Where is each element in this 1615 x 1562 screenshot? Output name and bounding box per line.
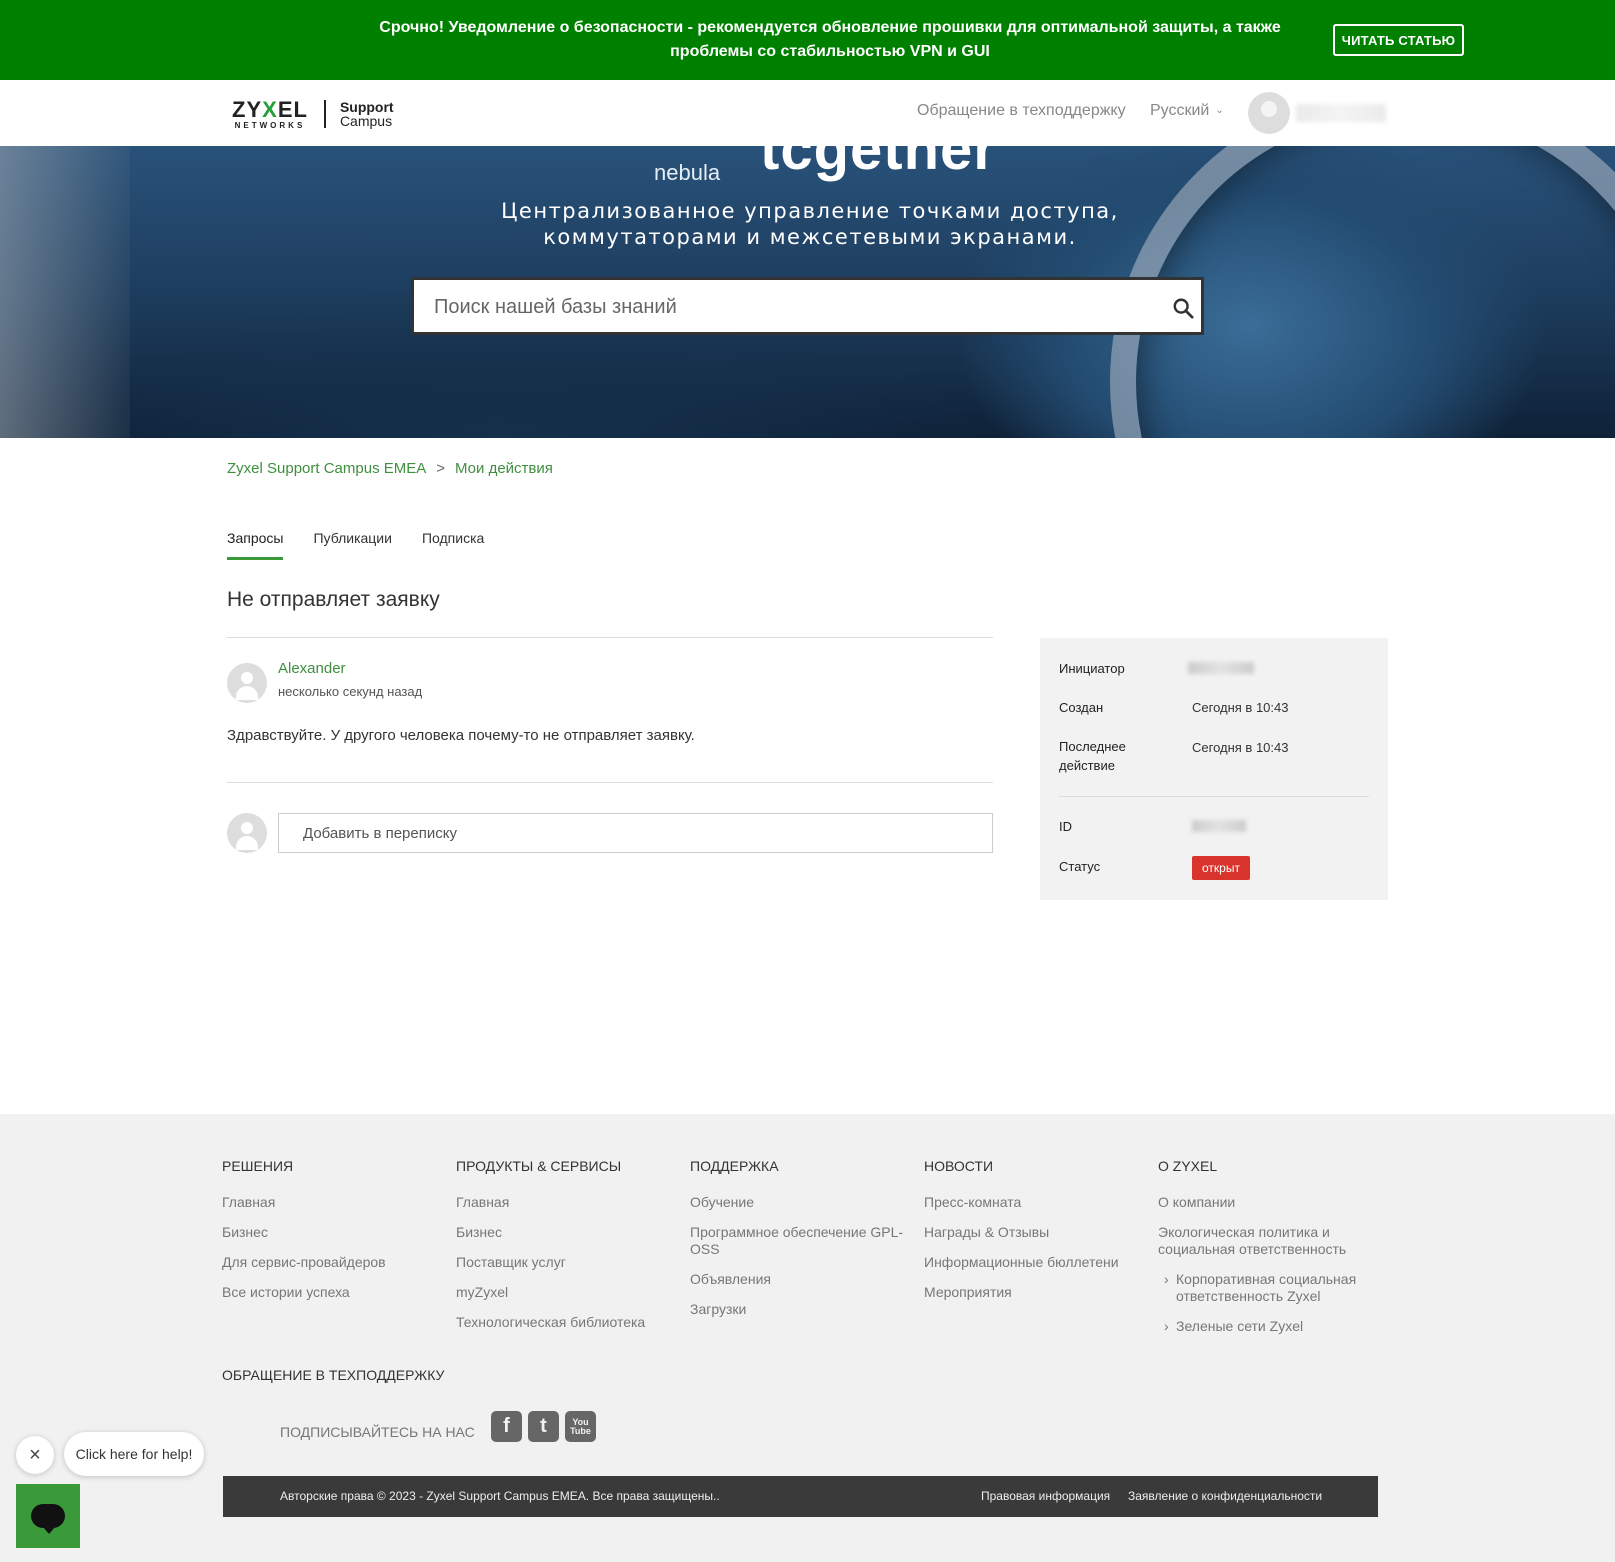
twitter-icon[interactable]: t — [528, 1411, 559, 1442]
logo-campus: Campus — [339, 113, 393, 129]
footer-heading: ПОДДЕРЖКА — [690, 1158, 779, 1174]
footer-link[interactable]: Программное обеспечение GPL-OSS — [690, 1224, 910, 1258]
initiator-label: Инициатор — [1059, 661, 1125, 676]
site-footer: РЕШЕНИЯ Главная Бизнес Для сервис-провай… — [0, 1114, 1615, 1562]
last-action-value: Сегодня в 10:43 — [1192, 740, 1289, 755]
site-header: ZYXEL NETWORKS Support Campus Обращение … — [0, 80, 1615, 146]
footer-link[interactable]: Объявления — [690, 1271, 910, 1288]
copyright-text: Авторские права © 2023 - Zyxel Support C… — [280, 1489, 720, 1503]
last-action-label: Последнее действие — [1059, 739, 1126, 773]
tab-posts[interactable]: Публикации — [313, 530, 391, 560]
logo-support: Support — [339, 99, 394, 115]
post-time: несколько секунд назад — [278, 684, 423, 699]
footer-column-about: О ZYXEL О компании Экологическая политик… — [1158, 1158, 1378, 1348]
chat-bubble-icon — [31, 1504, 65, 1534]
footer-link[interactable]: Главная — [222, 1194, 442, 1211]
footer-link[interactable]: Все истории успеха — [222, 1284, 442, 1301]
author-name[interactable]: Alexander — [278, 660, 346, 677]
tab-subscriptions[interactable]: Подписка — [422, 530, 484, 560]
language-label: Русский — [1150, 102, 1210, 119]
alert-text: Срочно! Уведомление о безопасности - рек… — [379, 19, 1281, 60]
logo-text-left: ZY — [232, 96, 263, 122]
post-body: Здравствуйте. У другого человека почему-… — [227, 727, 695, 744]
hero-banner: tcgether nebula Централизованное управле… — [0, 146, 1615, 438]
request-details-panel: Инициатор Создан Сегодня в 10:43 Последн… — [1040, 638, 1388, 900]
footer-link[interactable]: Обучение — [690, 1194, 910, 1211]
created-label: Создан — [1059, 700, 1104, 715]
footer-column-support: ПОДДЕРЖКА Обучение Программное обеспечен… — [690, 1158, 910, 1331]
hero-brand-text: tcgether — [760, 146, 997, 182]
breadcrumb-current[interactable]: Мои действия — [455, 460, 553, 477]
footer-heading: ПРОДУКТЫ & СЕРВИСЫ — [456, 1158, 622, 1174]
footer-sublink[interactable]: Зеленые сети Zyxel — [1158, 1318, 1378, 1335]
facebook-icon[interactable]: f — [491, 1411, 522, 1442]
id-label: ID — [1059, 819, 1072, 834]
id-value-redacted — [1192, 820, 1246, 832]
breadcrumb: Zyxel Support Campus EMEA > Мои действия — [227, 460, 553, 477]
close-icon[interactable]: × — [16, 1436, 54, 1474]
copyright-bar: Авторские права © 2023 - Zyxel Support C… — [223, 1476, 1378, 1517]
created-value: Сегодня в 10:43 — [1192, 700, 1289, 715]
hero-tagline: Централизованное управление точками дост… — [501, 199, 1119, 249]
footer-link[interactable]: Для сервис-провайдеров — [222, 1254, 442, 1271]
footer-column-solutions: РЕШЕНИЯ Главная Бизнес Для сервис-провай… — [222, 1158, 442, 1314]
privacy-link[interactable]: Заявление о конфиденциальности — [1128, 1489, 1322, 1503]
footer-link[interactable]: Загрузки — [690, 1301, 910, 1318]
language-selector[interactable]: Русский ⌄ — [1150, 102, 1224, 120]
youtube-icon[interactable]: You Tube — [565, 1411, 596, 1442]
submit-request-link[interactable]: Обращение в техподдержку — [917, 102, 1126, 120]
activity-tabs: Запросы Публикации Подписка — [227, 530, 514, 560]
follow-us-label: ПОДПИСЫВАЙТЕСЬ НА НАС — [280, 1424, 475, 1440]
initiator-value-redacted — [1188, 662, 1254, 674]
breadcrumb-home[interactable]: Zyxel Support Campus EMEA — [227, 460, 426, 477]
security-alert-banner: Срочно! Уведомление о безопасности - рек… — [0, 0, 1615, 80]
footer-link[interactable]: Пресс-комната — [924, 1194, 1144, 1211]
footer-column-products: ПРОДУКТЫ & СЕРВИСЫ Главная Бизнес Постав… — [456, 1158, 676, 1344]
footer-support-heading[interactable]: ОБРАЩЕНИЕ В ТЕХПОДДЕРЖКУ — [222, 1367, 444, 1383]
logo-text-right: EL — [277, 96, 308, 122]
logo-networks: NETWORKS — [234, 120, 306, 130]
status-label: Статус — [1059, 859, 1101, 874]
chevron-down-icon: ⌄ — [1215, 105, 1224, 116]
help-bubble[interactable]: Click here for help! — [64, 1432, 204, 1476]
zyxel-support-campus-logo[interactable]: ZYXEL NETWORKS Support Campus — [232, 98, 394, 130]
knowledge-search-box — [411, 277, 1204, 335]
footer-link[interactable]: myZyxel — [456, 1284, 676, 1301]
read-article-button[interactable]: ЧИТАТЬ СТАТЬЮ — [1333, 24, 1464, 56]
footer-column-news: НОВОСТИ Пресс-комната Награды & Отзывы И… — [924, 1158, 1144, 1314]
footer-link[interactable]: Информационные бюллетени — [924, 1254, 1144, 1271]
current-user-avatar — [227, 813, 267, 853]
logo-separator — [323, 100, 326, 128]
footer-link[interactable]: Награды & Отзывы — [924, 1224, 1144, 1241]
search-icon[interactable] — [1172, 297, 1194, 319]
help-chat-button[interactable] — [16, 1484, 80, 1548]
footer-heading: О ZYXEL — [1158, 1158, 1218, 1174]
breadcrumb-separator: > — [436, 460, 446, 477]
request-title: Не отправляет заявку — [227, 588, 440, 611]
tab-requests[interactable]: Запросы — [227, 530, 284, 560]
footer-heading: РЕШЕНИЯ — [222, 1158, 294, 1174]
footer-link[interactable]: Поставщик услуг — [456, 1254, 676, 1271]
footer-heading: НОВОСТИ — [924, 1158, 994, 1174]
divider — [227, 782, 993, 783]
footer-link[interactable]: Экологическая политика и социальная отве… — [1158, 1224, 1378, 1258]
hero-nebula-text: nebula — [654, 160, 721, 185]
search-input[interactable] — [434, 292, 1134, 322]
logo-text-x: X — [262, 96, 278, 122]
footer-link[interactable]: Мероприятия — [924, 1284, 1144, 1301]
reply-input[interactable]: Добавить в переписку — [278, 813, 993, 853]
footer-link[interactable]: Главная — [456, 1194, 676, 1211]
user-avatar[interactable] — [1248, 92, 1290, 134]
footer-sublink[interactable]: Корпоративная социальная ответственность… — [1158, 1271, 1378, 1305]
footer-link[interactable]: О компании — [1158, 1194, 1378, 1211]
author-avatar — [227, 663, 267, 703]
status-badge: открыт — [1192, 856, 1250, 880]
user-name-redacted[interactable] — [1296, 104, 1386, 122]
footer-link[interactable]: Технологическая библиотека — [456, 1314, 676, 1331]
legal-link[interactable]: Правовая информация — [981, 1489, 1110, 1503]
footer-link[interactable]: Бизнес — [222, 1224, 442, 1241]
footer-link[interactable]: Бизнес — [456, 1224, 676, 1241]
panel-divider — [1059, 796, 1369, 797]
divider — [227, 637, 993, 638]
